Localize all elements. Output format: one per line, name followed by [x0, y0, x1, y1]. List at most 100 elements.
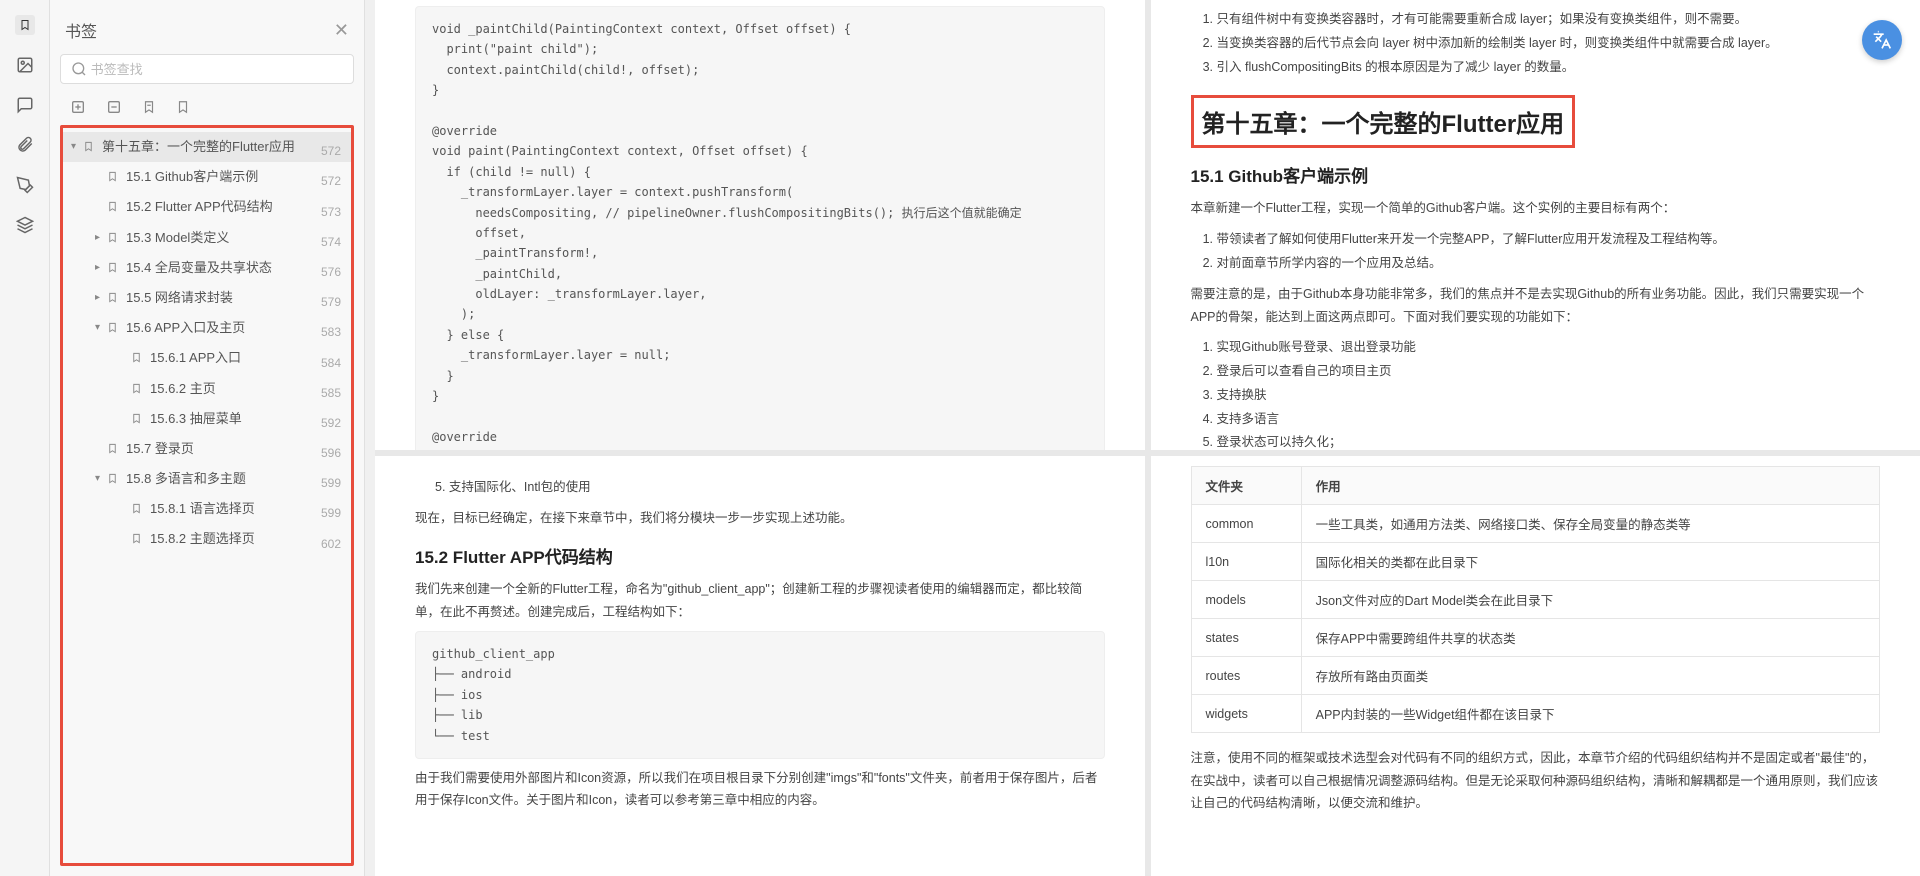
bookmark-item[interactable]: 15.6.1 APP入口584	[63, 343, 351, 373]
expand-arrow-icon[interactable]: ▾	[71, 141, 83, 152]
bookmark-mark-icon[interactable]	[142, 99, 156, 115]
bookmark-page: 599	[321, 506, 341, 520]
paragraph: 现在，目标已经确定，在接下来章节中，我们将分模块一步一步实现上述功能。	[415, 507, 1105, 530]
expand-arrow-icon[interactable]	[95, 171, 107, 182]
bookmark-item[interactable]: 15.2 Flutter APP代码结构573	[63, 192, 351, 222]
expand-arrow-icon[interactable]	[95, 201, 107, 212]
bookmark-item[interactable]: 15.8.2 主题选择页602	[63, 524, 351, 554]
paragraph: 需要注意的是，由于Github本身功能非常多，我们的焦点并不是去实现Github…	[1191, 283, 1881, 328]
table-cell: 国际化相关的类都在此目录下	[1301, 543, 1879, 581]
page-top-right: 只有组件树中有变换类容器时，才有可能需要重新合成 layer；如果没有变换类组件…	[1151, 0, 1920, 450]
bookmark-item[interactable]: ▾ 15.6 APP入口及主页583	[63, 313, 351, 343]
paragraph: 注意，使用不同的框架或技术选型会对代码有不同的组织方式，因此，本章节介绍的代码组…	[1191, 747, 1881, 815]
bookmark-icon	[131, 382, 145, 395]
bookmark-page: 592	[321, 416, 341, 430]
expand-arrow-icon[interactable]	[95, 443, 107, 454]
chapter-title-box: 第十五章：一个完整的Flutter应用	[1191, 95, 1576, 148]
add-bookmark-icon[interactable]	[70, 99, 86, 115]
bookmark-page: 602	[321, 537, 341, 551]
bookmark-icon[interactable]	[15, 15, 35, 35]
list-item: 只有组件树中有变换类容器时，才有可能需要重新合成 layer；如果没有变换类组件…	[1217, 8, 1881, 32]
paragraph: 我们先来创建一个全新的Flutter工程，命名为"github_client_a…	[415, 578, 1105, 623]
page-bottom-left: 5. 支持国际化、Intl包的使用 现在，目标已经确定，在接下来章节中，我们将分…	[375, 456, 1145, 876]
table-row: l10n国际化相关的类都在此目录下	[1191, 543, 1880, 581]
expand-arrow-icon[interactable]: ▸	[95, 232, 107, 243]
expand-arrow-icon[interactable]	[119, 383, 131, 394]
bookmark-icon	[131, 502, 145, 515]
expand-arrow-icon[interactable]: ▸	[95, 292, 107, 303]
bookmark-item[interactable]: 15.8.1 语言选择页599	[63, 494, 351, 524]
chat-icon[interactable]	[15, 95, 35, 115]
folder-table: 文件夹 作用 common一些工具类，如通用方法类、网络接口类、保存全局变量的静…	[1191, 466, 1881, 733]
bookmark-icon	[107, 231, 121, 244]
bookmark-label: 15.2 Flutter APP代码结构	[126, 198, 343, 216]
paragraph: 本章新建一个Flutter工程，实现一个简单的Github客户端。这个实例的主要…	[1191, 197, 1881, 220]
page-top-left: void _paintChild(PaintingContext context…	[375, 0, 1145, 450]
bookmark-icon	[107, 291, 121, 304]
bookmark-outline-icon[interactable]	[176, 99, 190, 115]
bookmark-item[interactable]: 15.7 登录页596	[63, 434, 351, 464]
list-item: 实现Github账号登录、退出登录功能	[1217, 336, 1881, 360]
bookmark-label: 15.8.1 语言选择页	[150, 500, 343, 518]
list-item: 带领读者了解如何使用Flutter来开发一个完整APP，了解Flutter应用开…	[1217, 228, 1881, 252]
close-icon[interactable]: ✕	[334, 20, 349, 41]
list-item: 支持换肤	[1217, 384, 1881, 408]
table-cell: models	[1191, 581, 1301, 619]
bookmark-label: 15.6.1 APP入口	[150, 349, 343, 367]
table-row: routes存放所有路由页面类	[1191, 657, 1880, 695]
expand-arrow-icon[interactable]: ▾	[95, 473, 107, 484]
bookmark-label: 15.8 多语言和多主题	[126, 470, 343, 488]
bookmark-sidebar: 书签 ✕ ▾第十五章：一个完整的Flutter应用572 15.1 Github…	[50, 0, 365, 876]
table-cell: l10n	[1191, 543, 1301, 581]
bookmark-search[interactable]	[60, 54, 354, 84]
bookmark-label: 15.8.2 主题选择页	[150, 530, 343, 548]
translate-fab[interactable]	[1862, 20, 1902, 60]
search-icon	[71, 61, 87, 77]
bookmark-icon	[131, 412, 145, 425]
bookmark-icon	[107, 261, 121, 274]
bookmark-item[interactable]: ▸15.5 网络请求封装579	[63, 283, 351, 313]
bookmark-page: 583	[321, 325, 341, 339]
bookmark-item[interactable]: 15.6.2 主页585	[63, 374, 351, 404]
bookmark-item[interactable]: 15.1 Github客户端示例572	[63, 162, 351, 192]
bookmark-item[interactable]: ▾第十五章：一个完整的Flutter应用572	[63, 132, 351, 162]
layers-icon[interactable]	[15, 215, 35, 235]
document-viewer: void _paintChild(PaintingContext context…	[375, 0, 1920, 876]
expand-arrow-icon[interactable]	[119, 533, 131, 544]
table-cell: widgets	[1191, 695, 1301, 733]
bookmark-item[interactable]: ▸15.3 Model类定义574	[63, 223, 351, 253]
list-item: 引入 flushCompositingBits 的根本原因是为了减少 layer…	[1217, 56, 1881, 80]
attach-icon[interactable]	[15, 135, 35, 155]
bookmark-label: 15.7 登录页	[126, 440, 343, 458]
bookmark-label: 15.6.2 主页	[150, 380, 343, 398]
pen-icon[interactable]	[15, 175, 35, 195]
list-item: 登录状态可以持久化；	[1217, 431, 1881, 450]
remove-bookmark-icon[interactable]	[106, 99, 122, 115]
search-input[interactable]	[91, 62, 343, 77]
sidebar-title: 书签	[65, 18, 97, 42]
expand-arrow-icon[interactable]: ▾	[95, 322, 107, 333]
bookmark-label: 15.4 全局变量及共享状态	[126, 259, 343, 277]
bookmark-page: 596	[321, 446, 341, 460]
bookmark-page: 599	[321, 476, 341, 490]
expand-arrow-icon[interactable]	[119, 413, 131, 424]
bookmark-page: 584	[321, 356, 341, 370]
bookmark-label: 15.5 网络请求封装	[126, 289, 343, 307]
expand-arrow-icon[interactable]	[119, 503, 131, 514]
list-item: 5. 支持国际化、Intl包的使用	[415, 476, 1105, 499]
list-item: 登录后可以查看自己的项目主页	[1217, 360, 1881, 384]
bookmark-icon	[107, 442, 121, 455]
expand-arrow-icon[interactable]	[119, 352, 131, 363]
bookmark-label: 15.6 APP入口及主页	[126, 319, 343, 337]
bookmark-item[interactable]: ▾ 15.8 多语言和多主题599	[63, 464, 351, 494]
bookmark-icon	[107, 200, 121, 213]
paragraph: 由于我们需要使用外部图片和Icon资源，所以我们在项目根目录下分别创建"imgs…	[415, 767, 1105, 812]
bookmark-label: 15.1 Github客户端示例	[126, 168, 343, 186]
image-icon[interactable]	[15, 55, 35, 75]
bookmark-item[interactable]: 15.6.3 抽屉菜单592	[63, 404, 351, 434]
expand-arrow-icon[interactable]: ▸	[95, 262, 107, 273]
bookmark-item[interactable]: ▸15.4 全局变量及共享状态576	[63, 253, 351, 283]
table-cell: common	[1191, 505, 1301, 543]
table-cell: Json文件对应的Dart Model类会在此目录下	[1301, 581, 1879, 619]
bookmark-tree: ▾第十五章：一个完整的Flutter应用572 15.1 Github客户端示例…	[60, 125, 354, 866]
